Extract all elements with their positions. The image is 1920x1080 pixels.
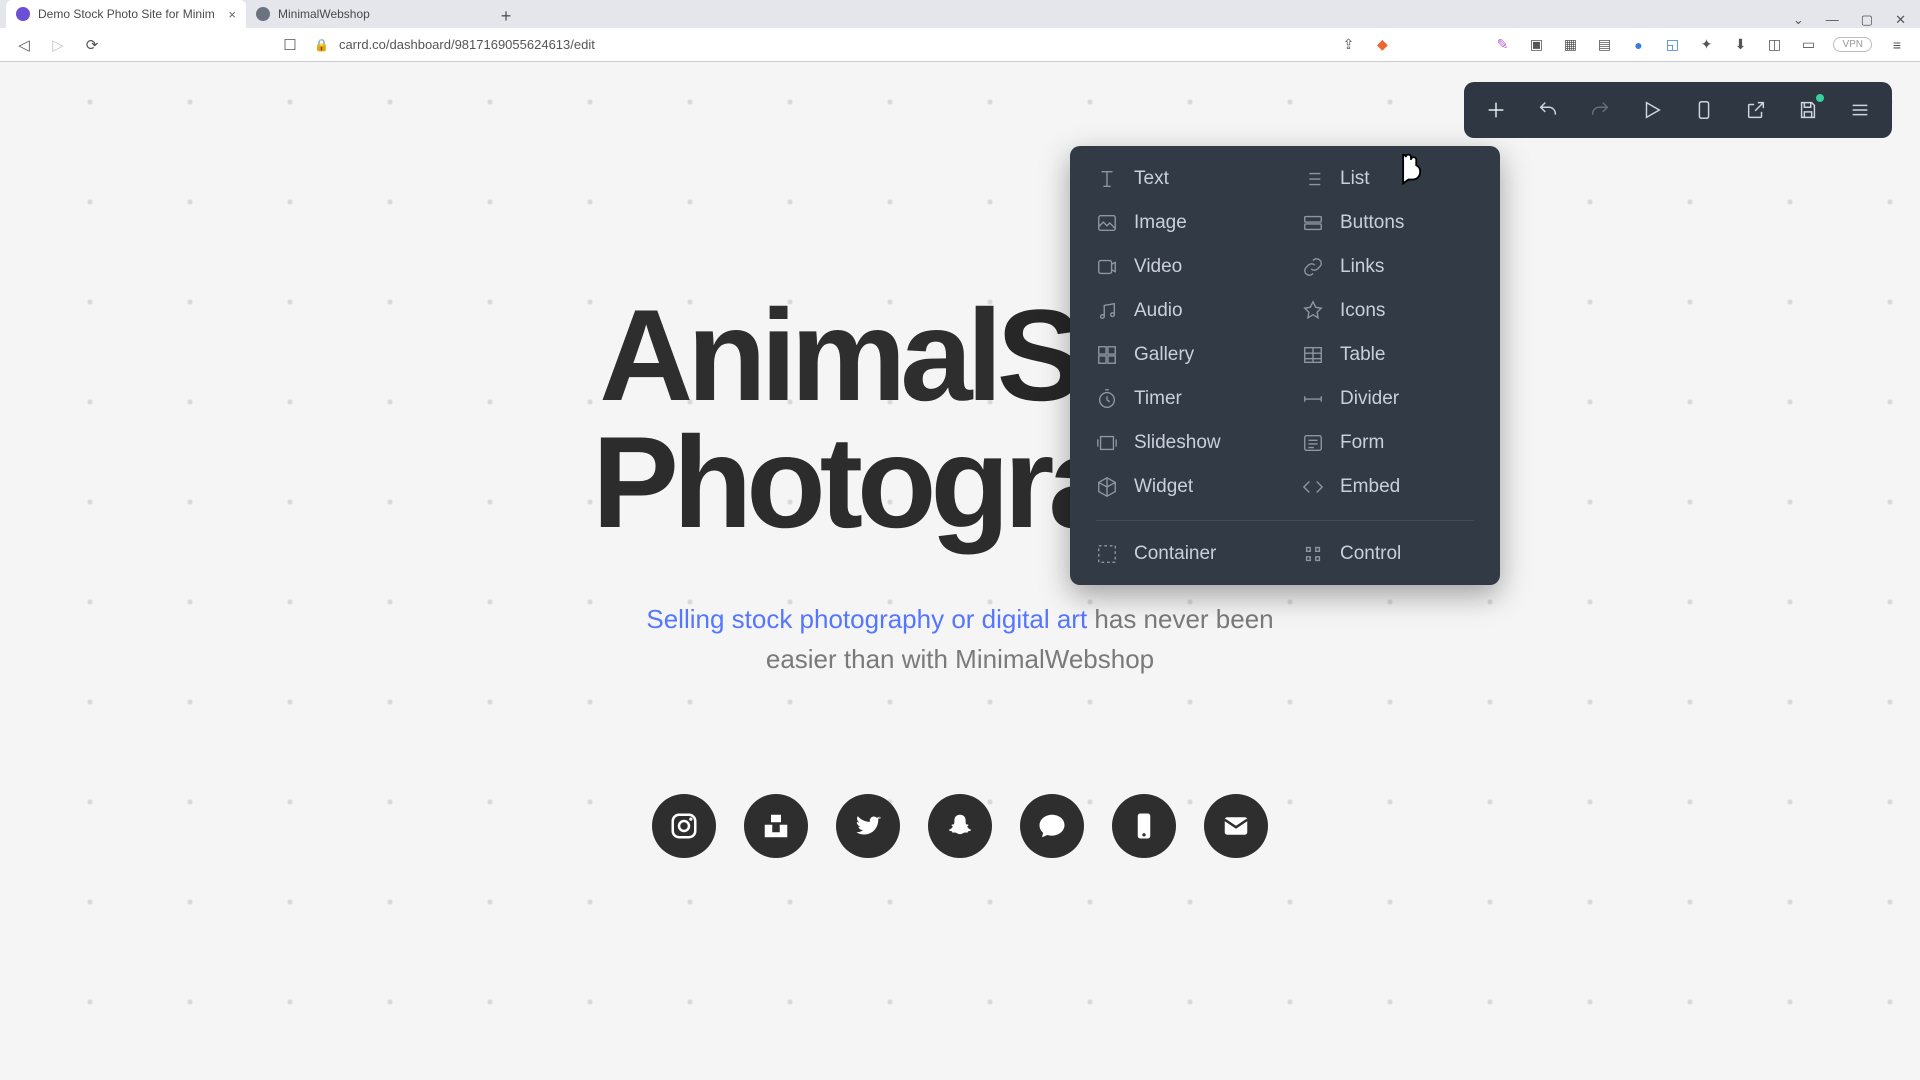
add-links-option[interactable]: Links [1302, 256, 1474, 278]
add-icons-option[interactable]: Icons [1302, 300, 1474, 322]
add-table-option[interactable]: Table [1302, 344, 1474, 366]
chat-icon[interactable] [1020, 794, 1084, 858]
page-subtitle[interactable]: Selling stock photography or digital art… [646, 599, 1273, 680]
twitter-icon[interactable] [836, 794, 900, 858]
extensions-icon[interactable]: ✦ [1697, 36, 1715, 54]
browser-chrome: Demo Stock Photo Site for Minim × Minima… [0, 0, 1920, 62]
chevron-down-icon[interactable]: ⌄ [1793, 12, 1804, 28]
brave-shield-icon[interactable]: ◆ [1373, 36, 1391, 54]
unsplash-icon[interactable] [744, 794, 808, 858]
add-video-option[interactable]: Video [1096, 256, 1268, 278]
option-label: Text [1134, 168, 1169, 190]
option-label: Container [1134, 543, 1216, 565]
window-controls: ⌄ — ▢ ✕ [1793, 8, 1920, 28]
undo-button[interactable] [1522, 84, 1574, 136]
ext-grid-icon[interactable]: ▦ [1561, 36, 1579, 54]
option-label: Timer [1134, 388, 1182, 410]
subtitle-rest-2: easier than with MinimalWebshop [766, 644, 1154, 674]
tab-close-icon[interactable]: × [228, 7, 236, 22]
snapchat-icon[interactable] [928, 794, 992, 858]
reload-icon[interactable]: ⟳ [82, 36, 102, 54]
maximize-icon[interactable]: ▢ [1861, 12, 1873, 28]
add-element-panel: Text List Image Buttons Video Links Audi… [1070, 146, 1500, 585]
add-element-button[interactable] [1470, 84, 1522, 136]
option-label: Gallery [1134, 344, 1194, 366]
option-label: Control [1340, 543, 1401, 565]
option-label: Video [1134, 256, 1182, 278]
add-control-option[interactable]: Control [1302, 543, 1474, 565]
add-slideshow-option[interactable]: Slideshow [1096, 432, 1268, 454]
option-label: Widget [1134, 476, 1193, 498]
editor-menu-button[interactable] [1834, 84, 1886, 136]
lock-icon: 🔒 [314, 38, 329, 52]
subtitle-rest-1: has never been [1087, 604, 1273, 634]
browser-tab-0[interactable]: Demo Stock Photo Site for Minim × [6, 0, 246, 28]
option-label: List [1340, 168, 1370, 190]
unsaved-indicator [1816, 94, 1824, 102]
tab-title: Demo Stock Photo Site for Minim [38, 7, 215, 21]
favicon-icon [16, 7, 30, 21]
preview-button[interactable] [1626, 84, 1678, 136]
ext-readlist-icon[interactable]: ▤ [1595, 36, 1613, 54]
ext-crop-icon[interactable]: ◱ [1663, 36, 1681, 54]
redo-button[interactable] [1574, 84, 1626, 136]
nav-forward-icon[interactable]: ▷ [48, 36, 68, 54]
editor-canvas[interactable]: AnimalStock Photography Selling stock ph… [0, 62, 1920, 1080]
instagram-icon[interactable] [652, 794, 716, 858]
new-tab-button[interactable]: + [494, 4, 518, 28]
option-label: Links [1340, 256, 1384, 278]
bookmark-icon[interactable]: ☐ [280, 36, 300, 54]
vpn-badge[interactable]: VPN [1833, 37, 1872, 52]
url-field[interactable]: 🔒 carrd.co/dashboard/9817169055624613/ed… [314, 37, 1325, 52]
sidepanel-icon[interactable]: ◫ [1765, 36, 1783, 54]
tab-title: MinimalWebshop [278, 7, 370, 21]
option-label: Buttons [1340, 212, 1404, 234]
option-label: Divider [1340, 388, 1399, 410]
add-image-option[interactable]: Image [1096, 212, 1268, 234]
option-label: Icons [1340, 300, 1385, 322]
add-divider-option[interactable]: Divider [1302, 388, 1474, 410]
add-text-option[interactable]: Text [1096, 168, 1268, 190]
ext-images-icon[interactable]: ▣ [1527, 36, 1545, 54]
add-widget-option[interactable]: Widget [1096, 476, 1268, 498]
mobile-view-button[interactable] [1678, 84, 1730, 136]
subtitle-link: Selling stock photography or digital art [646, 604, 1087, 634]
mail-icon[interactable] [1204, 794, 1268, 858]
url-text: carrd.co/dashboard/9817169055624613/edit [339, 37, 595, 52]
ext-pen-icon[interactable]: ✎ [1493, 36, 1511, 54]
tab-strip: Demo Stock Photo Site for Minim × Minima… [0, 0, 1920, 28]
share-icon[interactable]: ⇪ [1339, 36, 1357, 54]
add-timer-option[interactable]: Timer [1096, 388, 1268, 410]
option-label: Image [1134, 212, 1187, 234]
nav-back-icon[interactable]: ◁ [14, 36, 34, 54]
option-label: Table [1340, 344, 1385, 366]
editor-toolbar [1464, 82, 1892, 138]
add-buttons-option[interactable]: Buttons [1302, 212, 1474, 234]
page-content: AnimalStock Photography Selling stock ph… [0, 62, 1920, 858]
add-audio-option[interactable]: Audio [1096, 300, 1268, 322]
browser-tab-1[interactable]: MinimalWebshop [246, 0, 486, 28]
add-form-option[interactable]: Form [1302, 432, 1474, 454]
option-label: Form [1340, 432, 1384, 454]
browser-menu-icon[interactable]: ≡ [1888, 36, 1906, 54]
option-label: Audio [1134, 300, 1183, 322]
ext-circle-icon[interactable]: ● [1629, 36, 1647, 54]
add-gallery-option[interactable]: Gallery [1096, 344, 1268, 366]
add-list-option[interactable]: List [1302, 168, 1474, 190]
social-links-row[interactable] [652, 794, 1268, 858]
add-embed-option[interactable]: Embed [1302, 476, 1474, 498]
save-button[interactable] [1782, 84, 1834, 136]
headline-word-1: Animal [599, 282, 996, 428]
address-bar: ◁ ▷ ⟳ ☐ 🔒 carrd.co/dashboard/98171690556… [0, 28, 1920, 61]
add-container-option[interactable]: Container [1096, 543, 1268, 565]
favicon-icon [256, 7, 270, 21]
close-window-icon[interactable]: ✕ [1895, 12, 1906, 28]
download-icon[interactable]: ⬇ [1731, 36, 1749, 54]
wallet-icon[interactable]: ▭ [1799, 36, 1817, 54]
minimize-icon[interactable]: — [1826, 12, 1839, 28]
option-label: Slideshow [1134, 432, 1221, 454]
open-external-button[interactable] [1730, 84, 1782, 136]
option-label: Embed [1340, 476, 1400, 498]
phone-icon[interactable] [1112, 794, 1176, 858]
